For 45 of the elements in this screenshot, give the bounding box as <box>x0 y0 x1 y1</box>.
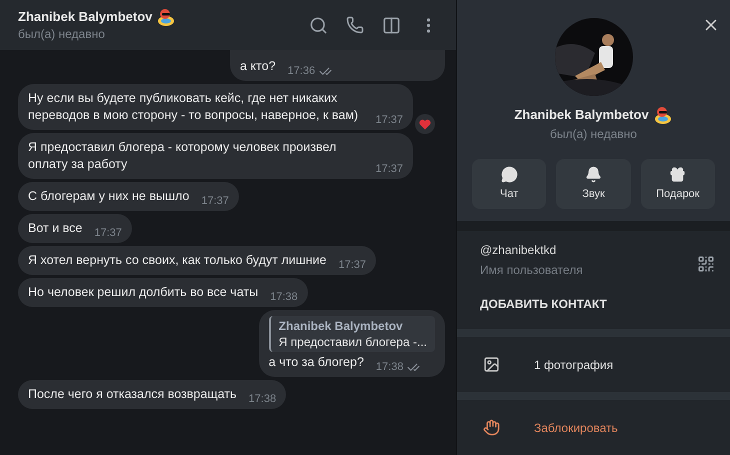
message-text: С блогерам у них не вышло <box>28 188 190 205</box>
message-text: Но человек решил долбить во все чаты <box>28 284 258 301</box>
profile-action-button[interactable]: Чат <box>472 159 546 209</box>
message-text: Вот и все <box>28 220 82 237</box>
heart-reaction-icon[interactable] <box>415 114 435 134</box>
emoji-icon <box>652 105 673 125</box>
gift-icon <box>669 166 686 183</box>
message-text: а кто? <box>240 58 276 75</box>
profile-name: Zhanibek Balymbetov <box>514 106 649 124</box>
add-contact-button[interactable]: ДОБАВИТЬ КОНТАКТ <box>457 287 730 321</box>
message-time: 17:37 <box>201 194 229 208</box>
username-caption: Имя пользователя <box>480 262 584 279</box>
image-icon <box>483 356 500 373</box>
message-text: Ну если вы будете публиковать кейс, где нет никаких переводов в мою сторону - то вопросы, наверное, к вам) <box>28 90 360 124</box>
emoji-icon <box>156 7 176 27</box>
contact-status: был(а) недавно <box>18 26 106 43</box>
profile-action-button[interactable]: Звук <box>556 159 631 209</box>
message-time: 17:37 <box>375 162 403 176</box>
reply-author: Zhanibek Balymbetov <box>278 318 404 334</box>
reply-text: Я предоставил блогера -... <box>278 334 427 350</box>
message-time: 17:37 <box>94 226 122 240</box>
chat-icon <box>500 166 518 183</box>
sound-icon <box>584 166 602 183</box>
profile-action-button[interactable]: Подарок <box>640 159 715 209</box>
qr-code-icon[interactable] <box>697 255 715 273</box>
message-time: 17:38 <box>248 392 276 406</box>
reply-quote[interactable]: Zhanibek Balymbetov Я предоставил блогера -... <box>268 316 435 352</box>
message-time: 17:38 <box>376 360 404 374</box>
search-icon[interactable] <box>309 16 328 34</box>
message-text: Я хотел вернуть со своих, как только будут лишние <box>28 252 326 269</box>
username[interactable]: @zhanibektkd <box>480 241 697 259</box>
message-text: После чего я отказался возвращать <box>28 386 237 403</box>
phone-icon[interactable] <box>346 16 364 34</box>
photos-item[interactable]: 1 фотография <box>457 337 730 392</box>
block-item[interactable]: Заблокировать <box>457 400 730 455</box>
message-time: 17:38 <box>270 290 298 304</box>
message-text: а что за блогер? <box>268 354 364 371</box>
message-time: 17:36 <box>288 64 316 78</box>
message-text: Я предоставил блогера - которому человек произвел оплату за работу <box>28 139 338 173</box>
hand-icon <box>483 419 500 436</box>
message-time: 17:37 <box>338 258 366 272</box>
message-time: 17:37 <box>375 113 403 127</box>
profile-status: был(а) недавно <box>550 126 637 143</box>
contact-name[interactable]: Zhanibek Balymbetov <box>18 7 152 27</box>
sidebar-toggle-icon[interactable] <box>382 16 401 34</box>
